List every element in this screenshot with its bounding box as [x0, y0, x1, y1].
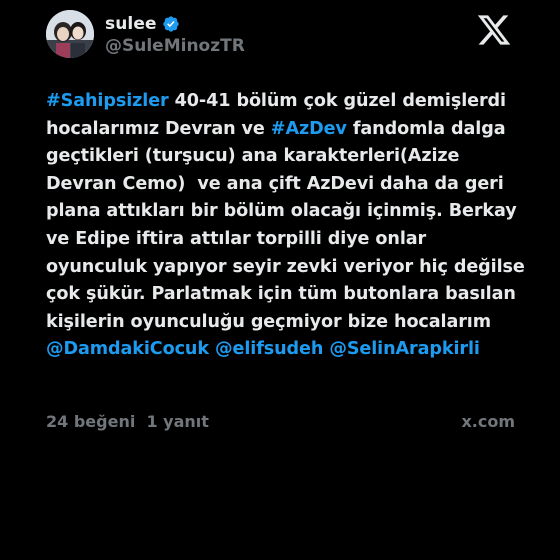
verified-badge-icon — [162, 16, 179, 32]
author-handle[interactable]: @SuleMinozTR — [105, 36, 245, 56]
tweet-card: sulee @SuleMinozTR #Sahipsizler 40-41 bö… — [0, 0, 560, 560]
tweet-text: #Sahipsizler 40-41 bölüm çok güzel demiş… — [46, 88, 530, 364]
engagement-stats[interactable]: 24 beğeni 1 yanıt — [46, 412, 209, 431]
mention-link[interactable]: @elifsudeh — [215, 339, 323, 359]
tweet-text-segment: fandomla dalga geçtikleri (turşucu) ana … — [46, 118, 531, 332]
avatar-image — [46, 10, 94, 58]
author-display-name[interactable]: sulee — [105, 14, 157, 34]
mention-link[interactable]: @DamdakiCocuk — [46, 339, 209, 359]
avatar[interactable] — [46, 10, 94, 58]
x-logo-icon[interactable] — [476, 12, 512, 48]
hashtag-link[interactable]: #AzDev — [271, 119, 347, 139]
author-name-row[interactable]: sulee — [105, 13, 180, 35]
site-domain[interactable]: x.com — [461, 412, 515, 431]
hashtag-link[interactable]: #Sahipsizler — [46, 91, 169, 111]
mention-link[interactable]: @SelinArapkirli — [329, 339, 480, 359]
